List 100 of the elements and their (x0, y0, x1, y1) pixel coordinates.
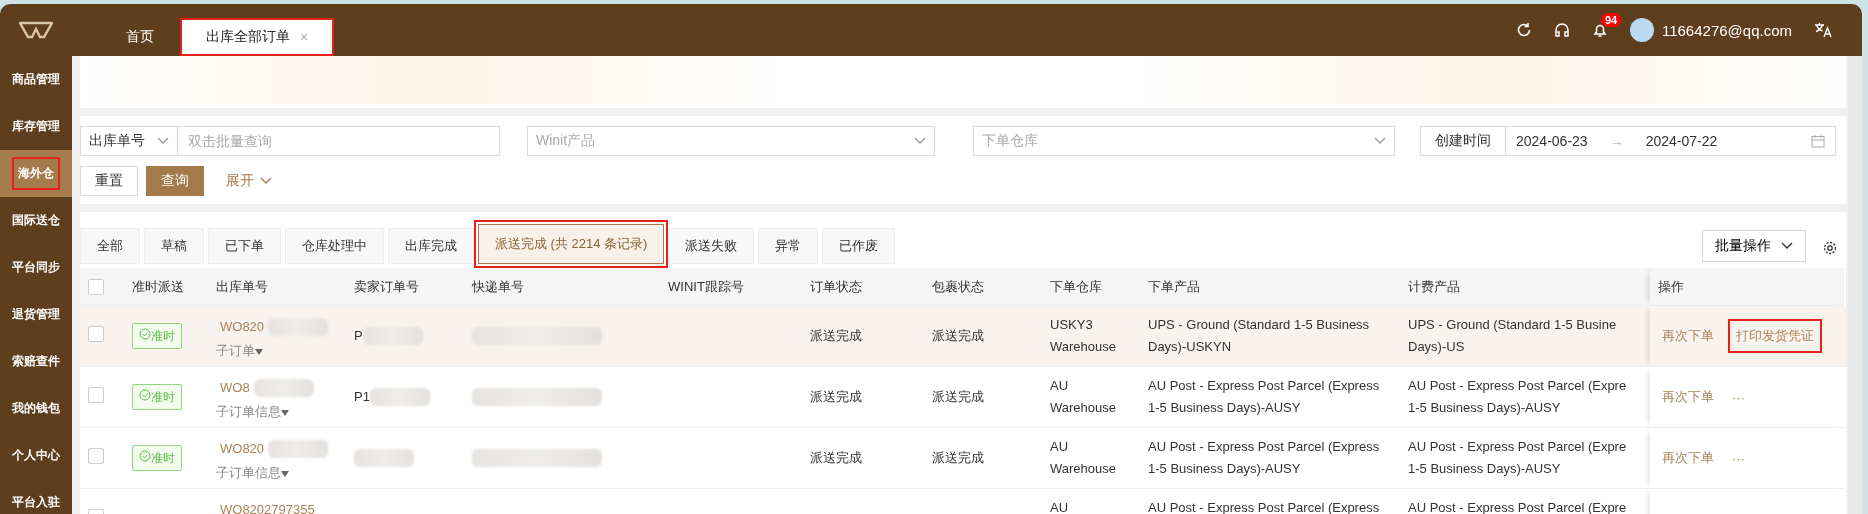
check-circle-icon (139, 450, 151, 462)
billing-product-text: UPS - Ground (Standard 1-5 Busine (1408, 316, 1617, 334)
table-row[interactable]: 准时 WO820 子订单信息 派送完成 派送完成 AU Warehouse AU Post - Express Post Parcel (Express 1-5 Business Days)-AUSY AU Post - Express Post Parcel (Expre 1-5 Business Days)-AUSY 再次下单 ··· (80, 428, 1846, 489)
sidebar-item[interactable]: 索赔查件 (0, 338, 72, 385)
chevron-down-icon (157, 137, 169, 145)
sub-order-toggle[interactable]: 子订单信息 (216, 462, 289, 484)
order-status: 派送完成 (810, 388, 862, 406)
status-tab[interactable]: 全部 (80, 228, 140, 264)
parcel-status: 派送完成 (932, 327, 984, 345)
product-text: 1-5 Business Days)-AUSY (1148, 460, 1301, 478)
user-email[interactable]: 11664276@qq.com (1661, 21, 1792, 39)
order-status: 派送完成 (810, 449, 862, 467)
search-field[interactable]: 双击批量查询 (178, 126, 500, 156)
column-header: 订单状态 (802, 268, 924, 306)
status-tab[interactable]: 异常 (758, 228, 819, 264)
sidebar-item[interactable]: 国际送仓 (0, 197, 72, 244)
on-time-tag: 准时 (132, 445, 182, 471)
sidebar-item[interactable]: 个人中心 (0, 432, 72, 479)
column-header: 卖家订单号 (346, 268, 464, 306)
sidebar-item[interactable]: 平台入驻 (0, 479, 72, 514)
seller-order-number: P1 (354, 388, 370, 406)
product-text: AU Post - Express Post Parcel (Express (1148, 438, 1380, 456)
caret-icon (281, 410, 289, 416)
status-tab[interactable]: 仓库处理中 (285, 228, 384, 264)
row-checkbox[interactable] (88, 326, 104, 342)
seller-order-number: P (354, 327, 363, 345)
billing-product-text: 1-5 Business Days)-AUSY (1408, 460, 1561, 478)
row-checkbox[interactable] (88, 387, 104, 403)
column-header: 操作 (1650, 268, 1844, 306)
page-tab[interactable]: 出库全部订单 × (180, 18, 335, 56)
warehouse-text: USKY3 (1050, 316, 1093, 334)
order-number-link[interactable]: WO8202797355 (216, 497, 319, 514)
refresh-icon[interactable] (1515, 22, 1532, 38)
search-button[interactable]: 查询 (146, 166, 204, 196)
chevron-down-icon (1374, 137, 1386, 145)
date-range-field[interactable]: 2024-06-23 → 2024-07-22 (1506, 126, 1836, 156)
status-tab[interactable]: 出库完成 (388, 228, 474, 264)
column-header: 出库单号 (208, 268, 346, 306)
scrollbar[interactable] (1848, 56, 1862, 514)
settings-icon[interactable] (1822, 240, 1838, 256)
status-tab[interactable]: 已下单 (208, 228, 281, 264)
caret-icon (281, 471, 289, 477)
page-tab[interactable]: 首页 (100, 18, 180, 56)
billing-product-text: Days)-US (1408, 338, 1465, 356)
chevron-down-icon (914, 137, 926, 145)
product-text: Days)-USKYN (1148, 338, 1232, 356)
sidebar-item[interactable]: 库存管理 (0, 103, 72, 150)
row-checkbox[interactable] (88, 448, 104, 464)
product-text: AU Post - Express Post Parcel (Express (1148, 377, 1380, 395)
reset-button[interactable]: 重置 (80, 166, 138, 196)
parcel-status: 派送完成 (932, 388, 984, 406)
status-tab[interactable]: 已作废 (822, 228, 896, 264)
blurred-block (369, 388, 430, 406)
expand-toggle[interactable]: 展开 (212, 172, 286, 190)
column-header: 准时派送 (124, 268, 208, 306)
order-number-link[interactable]: WO820 (216, 436, 269, 462)
avatar[interactable] (1629, 18, 1654, 42)
warehouse-text: AU (1050, 438, 1069, 456)
sidebar-item[interactable]: 商品管理 (0, 56, 72, 103)
blurred-block (268, 440, 329, 458)
translate-icon[interactable] (1814, 22, 1832, 38)
warehouse-text: Warehouse (1050, 399, 1116, 417)
billing-product-text: AU Post - Express Post Parcel (Expre (1408, 499, 1627, 514)
status-tab[interactable]: 草稿 (144, 228, 204, 264)
bell-icon[interactable] (1591, 22, 1608, 38)
product-text: AU Post - Express Post Parcel (Express (1148, 499, 1380, 514)
order-status: 派送完成 (810, 327, 862, 345)
action-link[interactable]: 再次下单 (1658, 386, 1718, 408)
order-number-link[interactable]: WO8 (216, 375, 254, 401)
warehouse-text: Warehouse (1050, 460, 1116, 478)
check-circle-icon (139, 328, 151, 340)
table-row[interactable]: 准时 WO820 子订单 P 派送完成 派送完成 USKY3 Warehouse UPS - Ground (Standard 1-5 Business Days)-USKYN UPS - Ground (Standard 1-5 Busine Days)-US 再次下单 打印发货凭证 (80, 306, 1846, 367)
action-link[interactable]: 再次下单 (1658, 447, 1718, 469)
status-tab[interactable]: 派送失败 (668, 228, 755, 264)
warehouse-text: AU (1050, 377, 1069, 395)
table-row[interactable]: 准时 WO8 子订单信息 P1 派送完成 派送完成 AU Warehouse AU Post - Express Post Parcel (Express 1-5 Business Days)-AUSY AU Post - Express Post Parcel (Expre 1-5 Business Days)-AUSY 再次下单 ··· (80, 367, 1846, 428)
column-header: 下单产品 (1140, 268, 1400, 306)
table-row[interactable]: WO8202797355 AU AU Post - Express Post Parcel (Express AU Post - Express Post Parcel (Expre (80, 489, 1846, 514)
column-header: 包裹状态 (924, 268, 1042, 306)
column-header: 下单仓库 (1042, 268, 1140, 306)
sub-order-toggle[interactable]: 子订单信息 (216, 401, 289, 423)
sidebar-item[interactable]: 平台同步 (0, 244, 72, 291)
logo-icon[interactable] (19, 21, 53, 39)
notification-badge: 94 (1600, 13, 1622, 27)
product-text: 1-5 Business Days)-AUSY (1148, 399, 1301, 417)
warehouse-text: Warehouse (1050, 338, 1116, 356)
check-circle-icon (139, 389, 151, 401)
column-header: 快递单号 (464, 268, 660, 306)
select-all-checkbox[interactable] (88, 278, 104, 295)
sidebar-item[interactable]: 退货管理 (0, 291, 72, 338)
headset-icon[interactable] (1553, 22, 1570, 38)
column-header: WINIT跟踪号 (660, 268, 802, 306)
search-type-select[interactable]: 出库单号 (80, 126, 178, 156)
batch-actions-button[interactable]: 批量操作 (1702, 230, 1806, 262)
parcel-status: 派送完成 (932, 449, 984, 467)
warehouse-text: AU (1050, 499, 1069, 514)
sidebar-item[interactable]: 海外仓 (0, 150, 72, 197)
chevron-down-icon (1781, 242, 1793, 250)
sidebar-item[interactable]: 我的钱包 (0, 385, 72, 432)
date-type-label[interactable]: 创建时间 (1420, 126, 1506, 156)
